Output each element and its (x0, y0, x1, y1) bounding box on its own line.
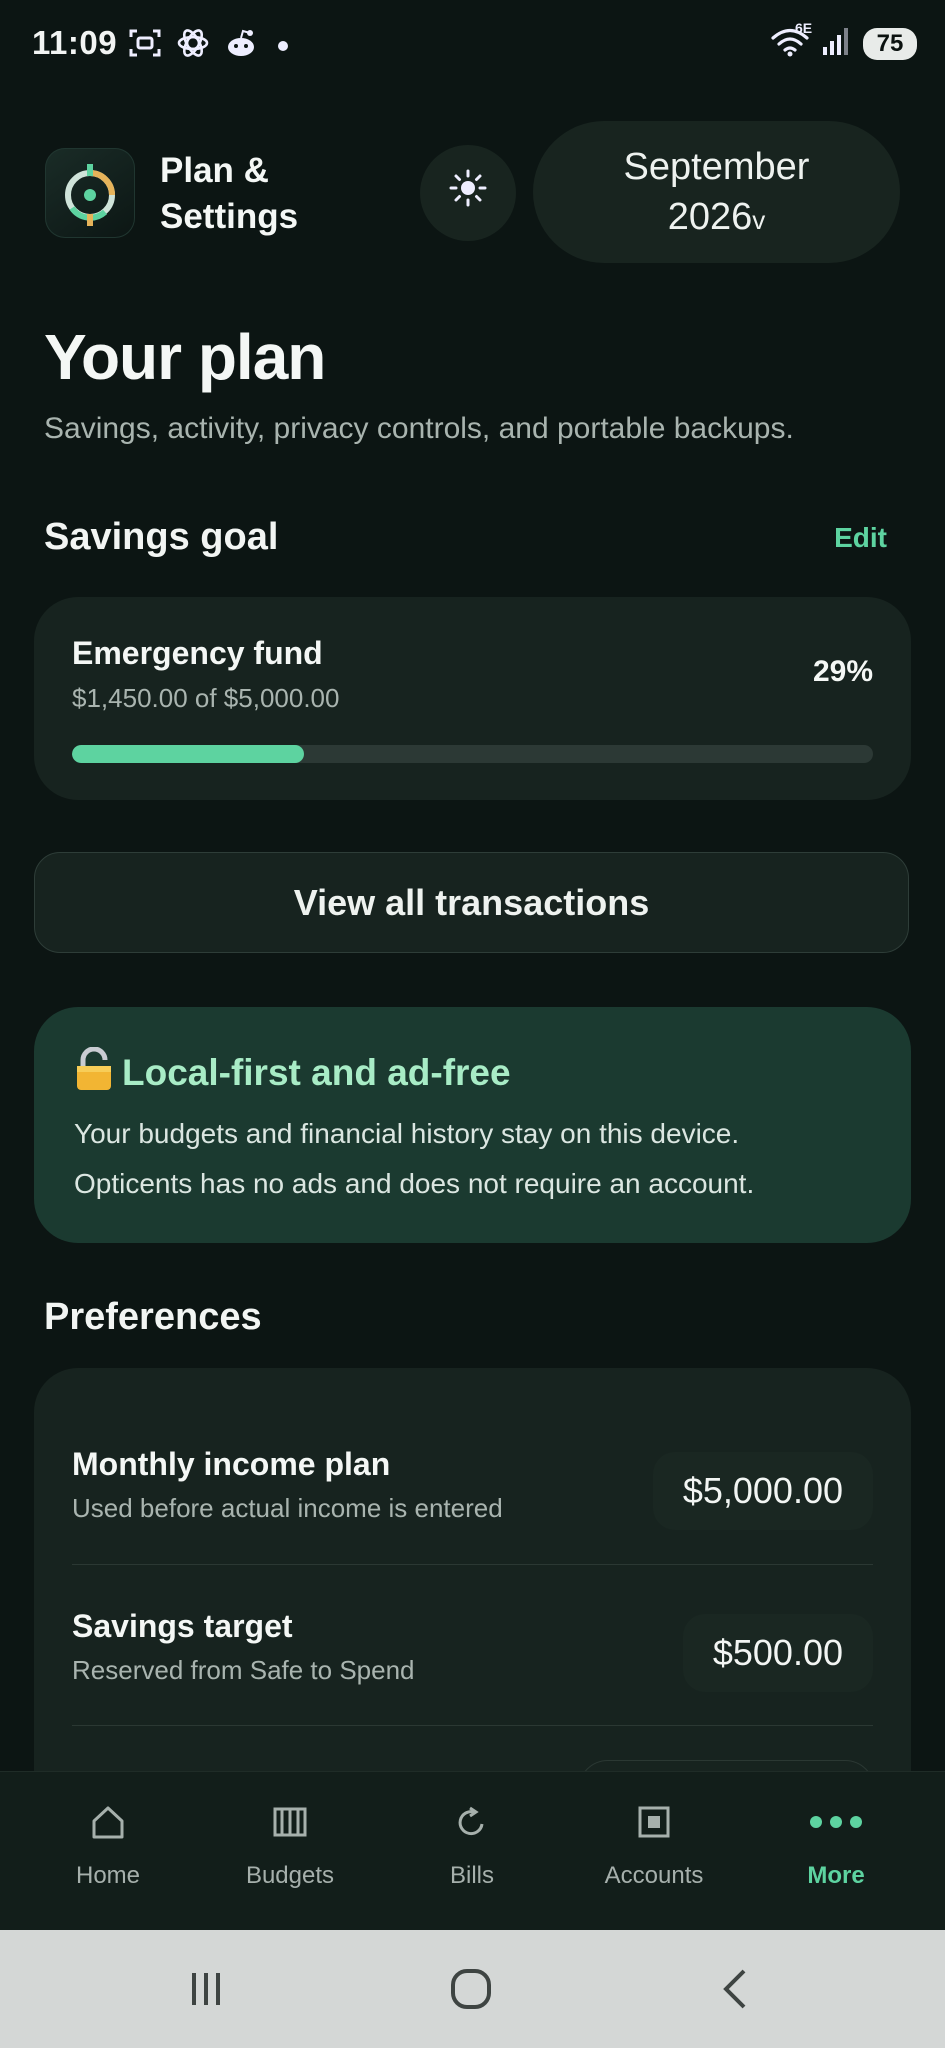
goal-progress-fill (72, 745, 305, 763)
nav-label: Bills (449, 1862, 494, 1889)
nav-label: More (807, 1862, 865, 1889)
chevron-down-icon: v (752, 205, 766, 235)
privacy-title: Local-first and ad-free (74, 1046, 511, 1100)
back-icon[interactable] (696, 1956, 776, 2022)
pref-row-savings-target[interactable]: Savings target Reserved from Safe to Spe… (72, 1608, 873, 1692)
page-title: Your plan (44, 321, 326, 393)
nav-home[interactable]: Home (17, 1772, 199, 1931)
monthly-income-value[interactable]: $5,000.00 (652, 1452, 873, 1530)
nav-more[interactable]: More (745, 1772, 927, 1931)
divider (72, 1725, 873, 1726)
pref-row-monthly-income[interactable]: Monthly income plan Used before actual i… (72, 1446, 873, 1530)
savings-goal-heading: Savings goal (44, 516, 279, 558)
goal-progress-bar (72, 745, 873, 763)
recents-icon[interactable] (166, 1956, 246, 2022)
refresh-icon (381, 1794, 563, 1850)
privacy-description: Your budgets and financial history stay … (74, 1109, 754, 1209)
privacy-card: Local-first and ad-free Your budgets and… (34, 1007, 911, 1243)
privacy-title-text: Local-first and ad-free (122, 1052, 511, 1093)
battery-icon: 75 (863, 27, 917, 60)
nav-accounts[interactable]: Accounts (563, 1772, 745, 1931)
month-label: September (623, 146, 810, 188)
dot-icon (278, 40, 288, 51)
wifi-icon: 6E (769, 20, 812, 63)
network-type: 6E (795, 20, 813, 36)
home-icon (17, 1794, 199, 1850)
chatgpt-icon (176, 26, 210, 65)
savings-goal-card[interactable]: Emergency fund $1,450.00 of $5,000.00 29… (34, 597, 911, 800)
target-icon (45, 148, 135, 238)
nav-label: Accounts (604, 1862, 704, 1889)
nav-budgets[interactable]: Budgets (199, 1772, 381, 1931)
divider (72, 1564, 873, 1565)
bottom-nav: Home Budgets Bills Accounts More (0, 1771, 945, 1931)
privacy-line-2: Opticents has no ads and does not requir… (74, 1168, 755, 1199)
view-all-transactions-button[interactable]: View all transactions (34, 852, 909, 953)
privacy-line-1: Your budgets and financial history stay … (74, 1118, 740, 1149)
accounts-icon (563, 1794, 745, 1850)
lock-icon (74, 1046, 114, 1100)
status-time: 11:09 (32, 24, 118, 61)
savings-target-value[interactable]: $500.00 (682, 1614, 873, 1692)
status-notification-icons (128, 26, 288, 65)
home-circle-icon[interactable] (431, 1956, 511, 2022)
preferences-heading: Preferences (44, 1296, 262, 1338)
goal-name: Emergency fund (72, 635, 323, 671)
edit-savings-goal-link[interactable]: Edit (834, 522, 887, 554)
reddit-icon (224, 26, 258, 65)
system-status: 6E 75 (769, 20, 917, 63)
page-subtitle: Savings, activity, privacy controls, and… (44, 412, 794, 445)
sun-icon (448, 168, 488, 218)
signal-icon (821, 25, 853, 62)
budgets-icon (199, 1794, 381, 1850)
month-selector[interactable]: September 2026v (533, 121, 900, 263)
page-header-title: Plan & Settings (160, 151, 299, 236)
nav-bills[interactable]: Bills (381, 1772, 563, 1931)
goal-amount: $1,450.00 of $5,000.00 (72, 683, 340, 713)
system-nav-bar (0, 1930, 945, 2048)
nav-label: Budgets (245, 1862, 335, 1889)
year-label: 2026 (667, 196, 753, 238)
screenshot-icon (128, 26, 162, 65)
goal-percent: 29% (812, 655, 873, 688)
more-dots-icon (745, 1794, 927, 1850)
theme-toggle-button[interactable] (420, 145, 516, 241)
nav-label: Home (75, 1862, 141, 1889)
